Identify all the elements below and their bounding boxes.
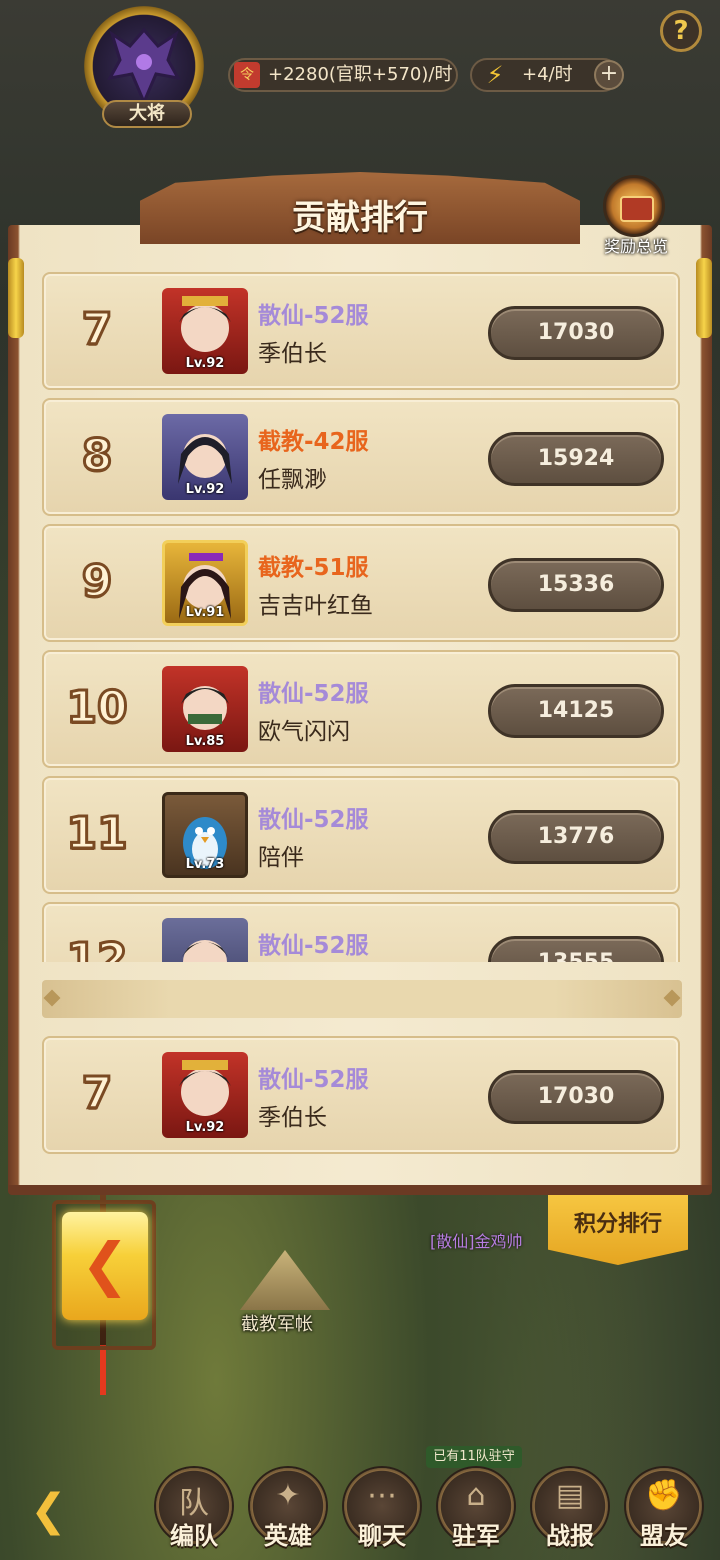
- hero-level: Lv.92: [185, 1120, 225, 1135]
- ranking-list[interactable]: 7 Lv.92 散仙-52服 季伯长 17030 8 Lv.92 截教-42服 …: [42, 272, 682, 962]
- help-button[interactable]: ?: [660, 10, 702, 52]
- nav-label: 驻军: [452, 1522, 500, 1550]
- nav-label: 英雄: [264, 1522, 312, 1550]
- nav-label: 编队: [170, 1522, 218, 1550]
- ranking-row[interactable]: 11 Lv.73 散仙-52服 陪伴 13776: [42, 776, 680, 894]
- hero-level: Lv.91: [185, 605, 225, 620]
- scroll-pole-right: [696, 258, 712, 338]
- score-value: 17030: [488, 1070, 664, 1124]
- resource-income: 令 +2280(官职+570)/时: [228, 58, 458, 92]
- top-bar: 大将 令 +2280(官职+570)/时 ⚡ +4/时 + ?: [0, 0, 720, 140]
- server-label: 散仙-52服: [258, 681, 369, 707]
- hero-portrait: Lv.92: [162, 288, 248, 374]
- player-name: 吉吉叶红鱼: [258, 593, 373, 619]
- hero-face-icon: [181, 940, 229, 962]
- reward-overview-button[interactable]: 奖励总览: [597, 175, 673, 256]
- back-button[interactable]: ❮: [62, 1212, 148, 1320]
- scroll-pole-left: [8, 258, 24, 338]
- bottom-nav: 队 编队 ✦ 英雄 ⋯ 聊天 ⌂ 驻军 ▤ 战报 ✊ 盟友: [0, 1440, 720, 1560]
- rank-number: 11: [65, 807, 129, 861]
- ranking-row[interactable]: 12 散仙-52服 13555: [42, 902, 680, 962]
- rank-number: 12: [65, 933, 129, 963]
- energy-income-text: +4/时: [522, 64, 573, 85]
- hero-icon: ✦: [275, 1478, 301, 1513]
- treasure-chest-icon: [603, 175, 665, 237]
- player-name: 任飘渺: [258, 467, 327, 493]
- add-energy-button[interactable]: +: [594, 60, 624, 90]
- reward-overview-label: 奖励总览: [603, 237, 668, 256]
- rank-number: 7: [80, 303, 114, 357]
- ranking-row[interactable]: 8 Lv.92 截教-42服 任飘渺 15924: [42, 398, 680, 516]
- hero-portrait: Lv.92: [162, 1052, 248, 1138]
- resource-income-text: +2280(官职+570)/时: [268, 64, 453, 85]
- nav-allies-button[interactable]: ✊ 盟友: [626, 1468, 702, 1550]
- rank-number: 7: [80, 1067, 114, 1121]
- tent-label: 截教军帐: [241, 1314, 313, 1335]
- server-label: 截教-51服: [258, 555, 369, 581]
- server-label: 截教-42服: [258, 429, 369, 455]
- server-label: 散仙-52服: [258, 303, 369, 329]
- score-value: 15924: [488, 432, 664, 486]
- nav-heroes-button[interactable]: ✦ 英雄: [250, 1468, 326, 1550]
- server-label: 散仙-52服: [258, 807, 369, 833]
- nav-garrison-button[interactable]: ⌂ 驻军: [438, 1468, 514, 1550]
- server-label: 散仙-52服: [258, 1067, 369, 1093]
- nav-battle-report-button[interactable]: ▤ 战报: [532, 1468, 608, 1550]
- ranking-row[interactable]: 7 Lv.92 散仙-52服 季伯长 17030: [42, 272, 680, 390]
- token-icon: 令: [234, 62, 260, 88]
- hero-portrait: [162, 918, 248, 962]
- nav-label: 盟友: [640, 1522, 688, 1550]
- ranking-row[interactable]: 10 Lv.85 散仙-52服 欧气闪闪 14125: [42, 650, 680, 768]
- score-value: 17030: [488, 306, 664, 360]
- garrison-icon: ⌂: [466, 1478, 486, 1513]
- hero-portrait: Lv.91: [162, 540, 248, 626]
- player-name: 陪伴: [258, 845, 304, 871]
- hero-level: Lv.92: [185, 482, 225, 497]
- ranking-row[interactable]: 7 Lv.92 散仙-52服 季伯长 17030: [42, 1036, 680, 1154]
- nav-chat-button[interactable]: ⋯ 聊天: [344, 1468, 420, 1550]
- list-divider: [42, 980, 682, 1018]
- hero-level: Lv.85: [185, 734, 225, 749]
- hero-portrait: Lv.73: [162, 792, 248, 878]
- helmet-icon: [107, 27, 181, 106]
- score-value: 13555: [488, 936, 664, 962]
- rank-number: 9: [80, 555, 114, 609]
- rank-title: 大将: [102, 100, 192, 128]
- rank-number: 8: [80, 429, 114, 483]
- player-name: 季伯长: [258, 1105, 327, 1131]
- hero-portrait: Lv.92: [162, 414, 248, 500]
- report-icon: ▤: [555, 1478, 585, 1513]
- hero-portrait: Lv.85: [162, 666, 248, 752]
- fist-icon: ✊: [645, 1478, 683, 1513]
- garrison-note: [散仙]金鸡帅: [430, 1232, 523, 1251]
- hero-level: Lv.73: [185, 857, 225, 872]
- lightning-icon: ⚡: [486, 61, 504, 89]
- player-name: 欧气闪闪: [258, 719, 350, 745]
- player-name: 季伯长: [258, 341, 327, 367]
- score-value: 13776: [488, 810, 664, 864]
- nav-label: 聊天: [358, 1522, 406, 1550]
- energy-income: ⚡ +4/时 +: [470, 58, 624, 92]
- arrow-left-icon: ❮: [80, 1230, 130, 1298]
- score-value: 14125: [488, 684, 664, 738]
- nav-formation-button[interactable]: 队 编队: [156, 1468, 232, 1550]
- rank-number: 10: [65, 681, 129, 735]
- chat-icon: ⋯: [367, 1478, 397, 1513]
- hero-level: Lv.92: [185, 356, 225, 371]
- score-value: 15336: [488, 558, 664, 612]
- server-label: 散仙-52服: [258, 933, 369, 959]
- ranking-row[interactable]: 9 Lv.91 截教-51服 吉吉叶红鱼 15336: [42, 524, 680, 642]
- nav-label: 战报: [546, 1522, 594, 1550]
